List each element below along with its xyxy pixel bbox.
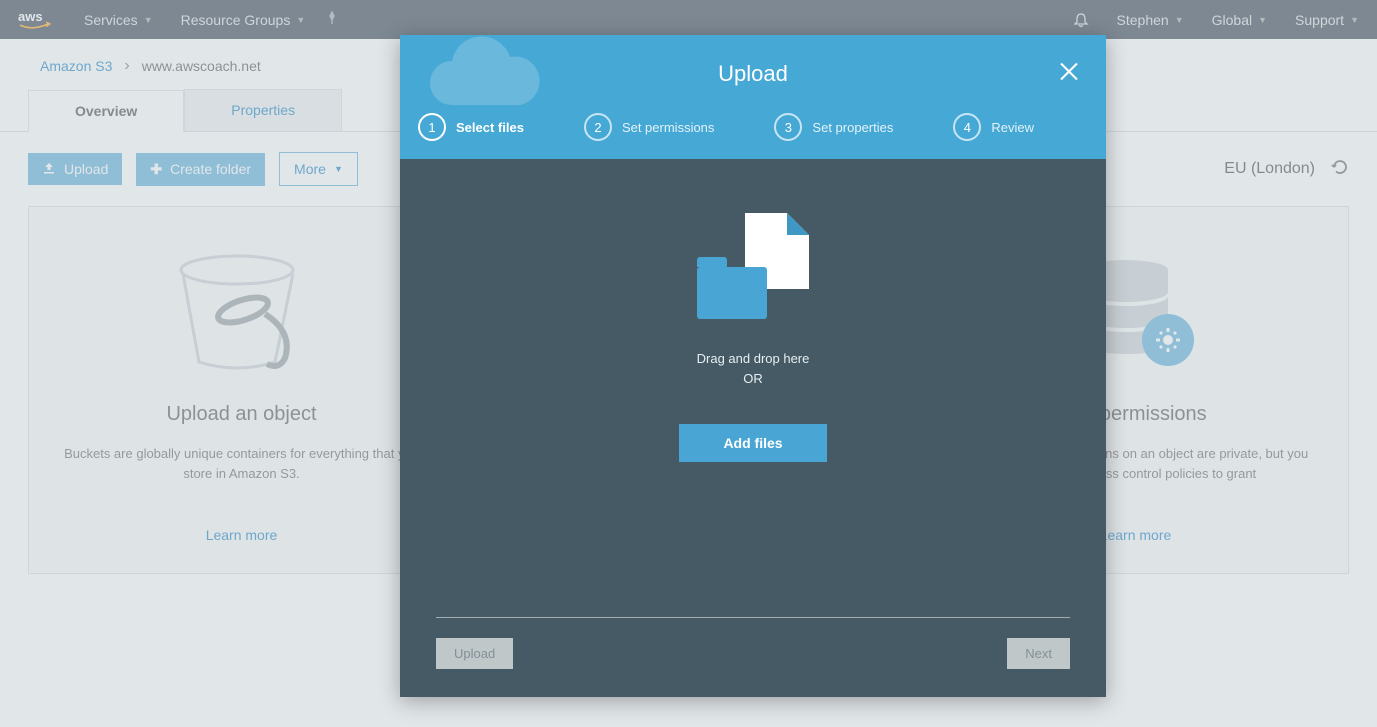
file-folder-icon xyxy=(697,213,809,319)
step-number: 3 xyxy=(774,113,802,141)
modal-footer: Upload Next xyxy=(400,617,1106,697)
modal-title: Upload xyxy=(718,61,788,87)
close-icon[interactable] xyxy=(1058,59,1080,90)
modal-next-button[interactable]: Next xyxy=(1007,638,1070,669)
modal-header: Upload 1 Select files 2 Set permissions … xyxy=(400,35,1106,159)
upload-modal: Upload 1 Select files 2 Set permissions … xyxy=(400,35,1106,697)
modal-body: Drag and drop here OR Add files xyxy=(400,159,1106,617)
modal-upload-button[interactable]: Upload xyxy=(436,638,513,669)
step-set-properties[interactable]: 3 Set properties xyxy=(774,113,893,141)
step-number: 2 xyxy=(584,113,612,141)
divider xyxy=(436,617,1070,618)
step-set-permissions[interactable]: 2 Set permissions xyxy=(584,113,714,141)
step-review[interactable]: 4 Review xyxy=(953,113,1034,141)
drop-zone-text: Drag and drop here OR xyxy=(697,349,810,388)
add-files-button[interactable]: Add files xyxy=(679,424,826,462)
step-number: 4 xyxy=(953,113,981,141)
